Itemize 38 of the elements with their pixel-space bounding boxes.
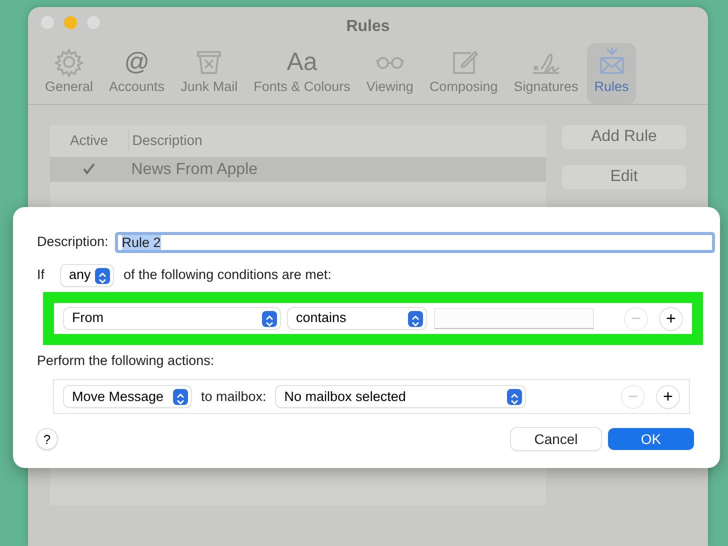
toolbar-tab[interactable]: Aa Fonts & Colours xyxy=(246,43,358,104)
ok-button[interactable]: OK xyxy=(608,428,694,450)
description-field[interactable]: Rule 2 xyxy=(114,232,715,253)
updown-arrows-icon xyxy=(173,388,188,405)
field-label: Description: xyxy=(37,233,108,252)
side-button[interactable]: Add Rule xyxy=(562,125,686,149)
if-label: If xyxy=(37,266,45,284)
toolbar-tab[interactable]: Viewing xyxy=(359,43,420,104)
help-button[interactable]: ? xyxy=(37,429,57,450)
updown-arrows-icon xyxy=(507,388,522,405)
settings-icon xyxy=(54,47,84,77)
action-dropdown[interactable]: Move Message xyxy=(64,386,191,408)
updown-arrows-icon xyxy=(262,310,277,326)
column-header: Active xyxy=(68,130,110,150)
section-label: Perform the following actions: xyxy=(37,352,214,370)
table-row[interactable]: News From Apple xyxy=(50,157,546,182)
side-button[interactable]: Edit xyxy=(562,165,686,189)
operator-dropdown[interactable]: contains xyxy=(288,308,426,329)
add-button[interactable]: + xyxy=(660,308,682,330)
toolbar-tab[interactable]: Signatures xyxy=(506,43,586,104)
updown-arrows-icon xyxy=(408,310,423,326)
toolbar-tab[interactable]: Composing xyxy=(422,43,505,104)
toolbar-tab[interactable]: @ Accounts xyxy=(102,43,172,104)
updown-arrows-icon xyxy=(95,268,110,284)
target-label: to mailbox: xyxy=(201,388,266,406)
cancel-button[interactable]: Cancel xyxy=(511,428,601,450)
add-button[interactable]: + xyxy=(657,386,679,408)
toolbar-tab[interactable]: Junk Mail xyxy=(174,43,245,104)
match-dropdown[interactable]: any xyxy=(61,265,114,286)
value-field[interactable] xyxy=(434,308,594,329)
toolbar-tab[interactable]: General xyxy=(38,43,100,104)
minimize-button[interactable] xyxy=(64,16,77,29)
column-header: Description xyxy=(128,130,202,150)
field-dropdown[interactable]: From xyxy=(64,308,280,329)
conditions-text: of the following conditions are met: xyxy=(124,266,332,284)
toolbar-tab[interactable]: Rules xyxy=(587,43,636,104)
window-title: Rules xyxy=(346,18,390,35)
mailbox-dropdown[interactable]: No mailbox selected xyxy=(276,386,526,408)
